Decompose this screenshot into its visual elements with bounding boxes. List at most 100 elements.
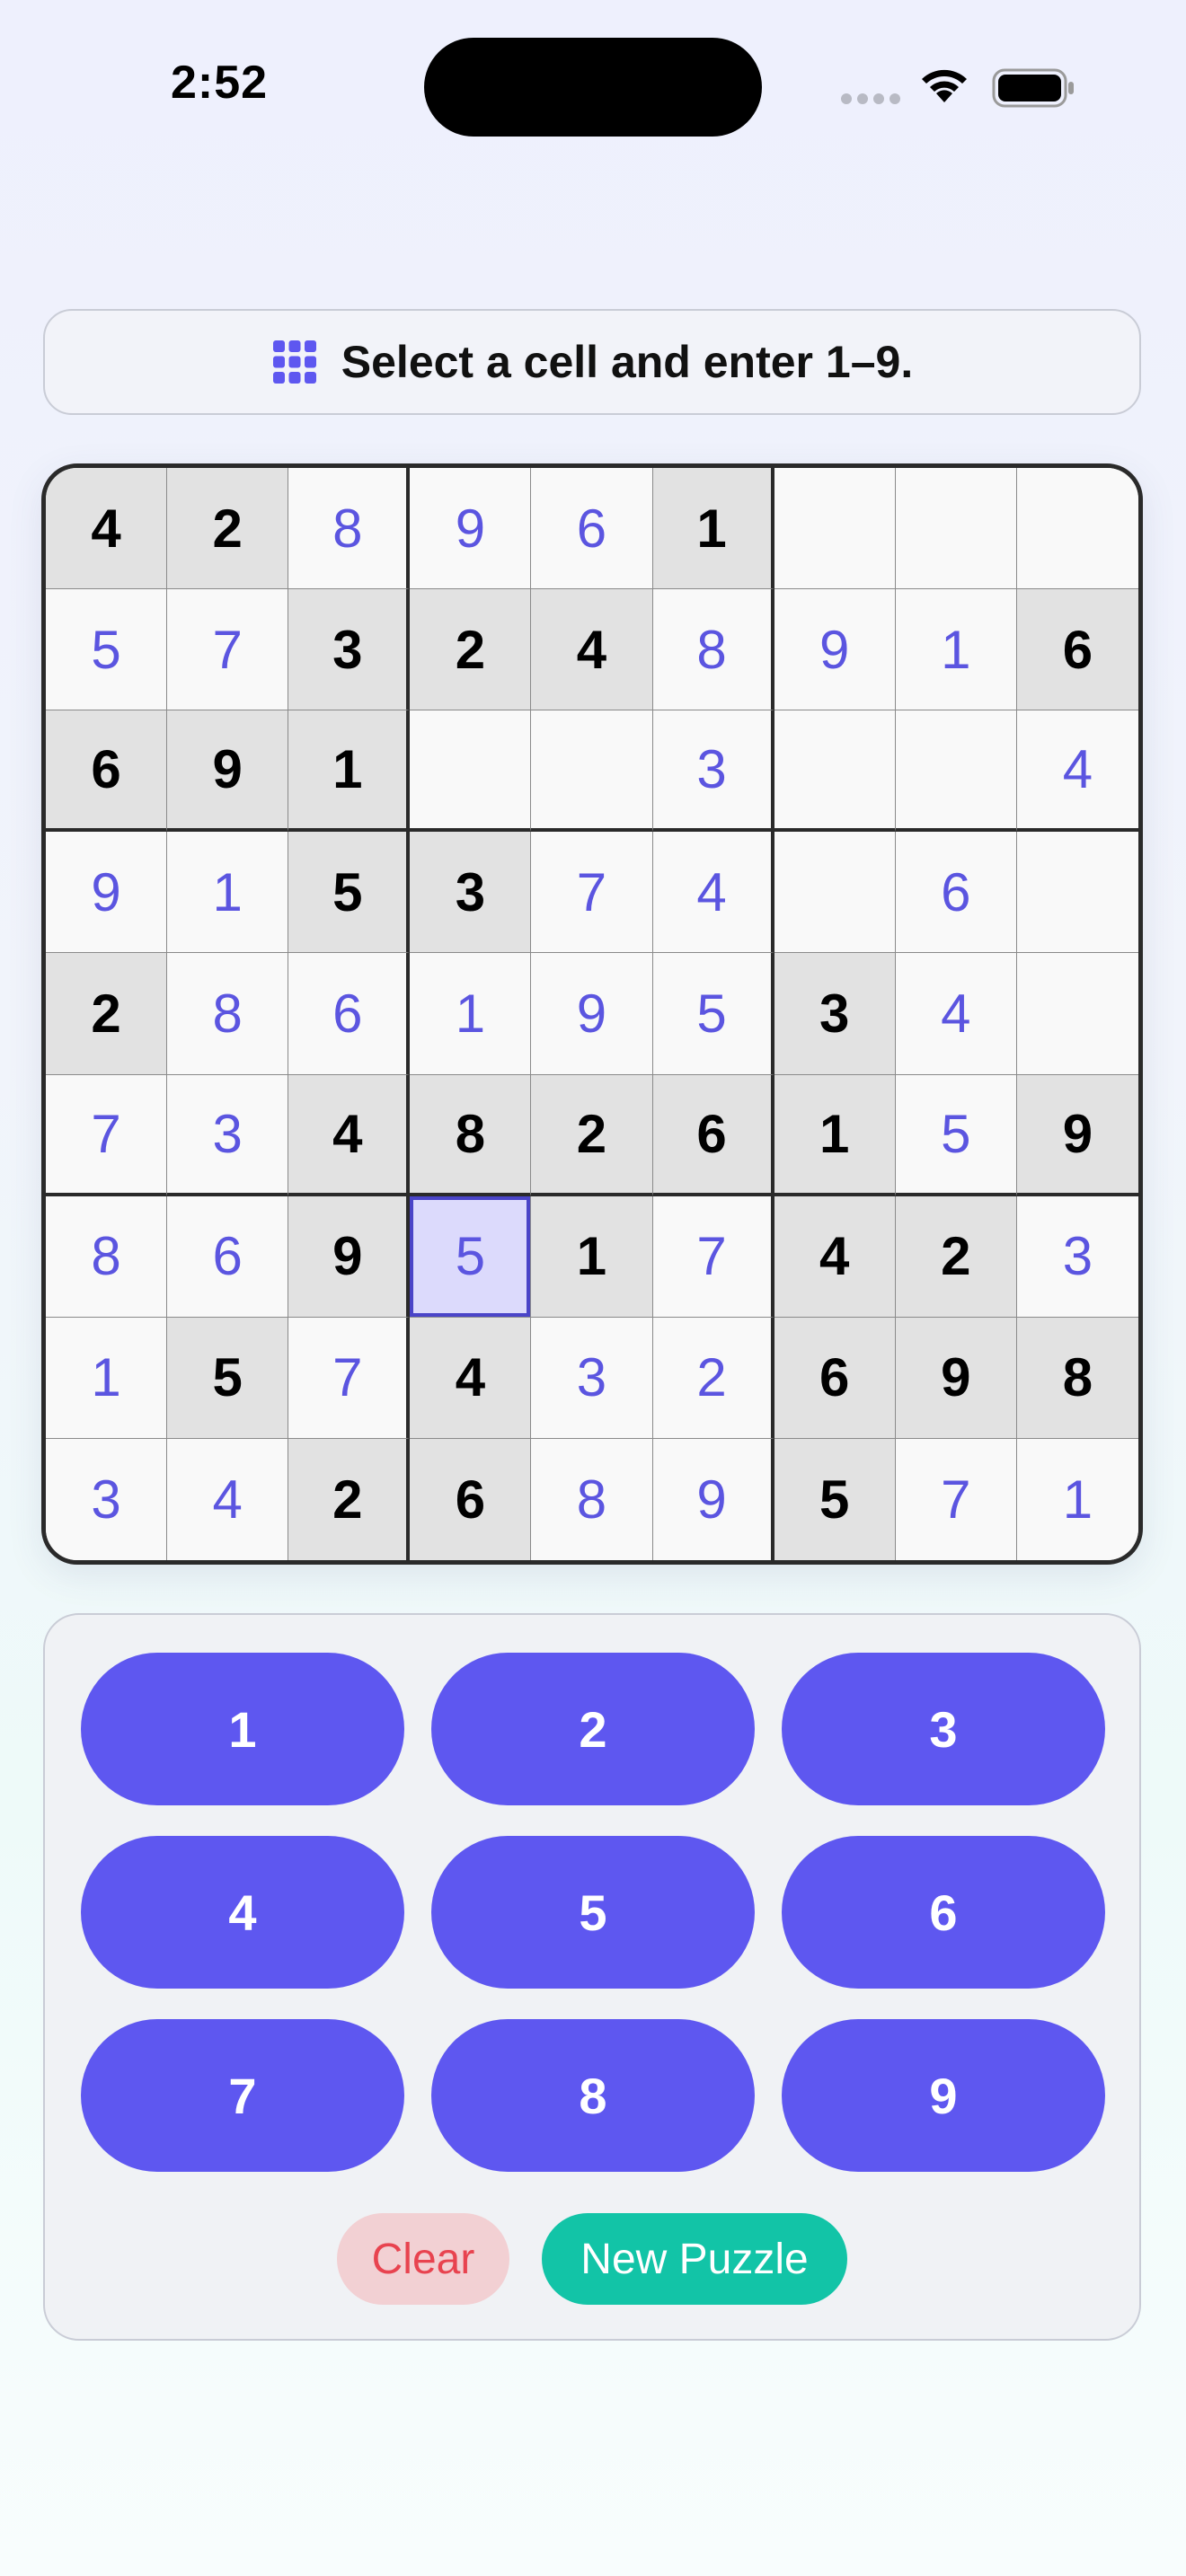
sudoku-cell[interactable]: 4	[1016, 710, 1138, 833]
sudoku-cell[interactable]: 1	[774, 1074, 896, 1196]
sudoku-cell[interactable]: 5	[167, 1317, 289, 1439]
sudoku-cell[interactable]: 6	[895, 832, 1017, 954]
sudoku-cell[interactable]: 8	[46, 1195, 168, 1318]
sudoku-cell[interactable]: 2	[288, 1438, 411, 1560]
sudoku-cell[interactable]: 6	[167, 1195, 289, 1318]
sudoku-cell[interactable]	[895, 468, 1017, 590]
sudoku-cell[interactable]: 2	[46, 953, 168, 1075]
sudoku-cell[interactable]: 3	[46, 1438, 168, 1560]
sudoku-cell[interactable]: 9	[167, 710, 289, 833]
key-8-button[interactable]: 8	[431, 2019, 755, 2172]
key-6-button[interactable]: 6	[782, 1836, 1105, 1989]
sudoku-cell[interactable]: 4	[531, 589, 653, 711]
sudoku-cell[interactable]: 5	[895, 1074, 1017, 1196]
sudoku-cell[interactable]: 3	[774, 953, 896, 1075]
action-row: Clear New Puzzle	[45, 2213, 1139, 2305]
sudoku-cell[interactable]: 7	[531, 832, 653, 954]
sudoku-cell[interactable]	[531, 710, 653, 833]
sudoku-cell[interactable]: 4	[895, 953, 1017, 1075]
sudoku-cell[interactable]: 5	[652, 953, 774, 1075]
sudoku-cell[interactable]: 8	[531, 1438, 653, 1560]
sudoku-cell[interactable]: 2	[410, 589, 532, 711]
sudoku-cell[interactable]: 4	[410, 1317, 532, 1439]
sudoku-cell[interactable]: 8	[1016, 1317, 1138, 1439]
sudoku-cell[interactable]: 7	[895, 1438, 1017, 1560]
sudoku-cell[interactable]: 1	[288, 710, 411, 833]
sudoku-cell[interactable]	[774, 832, 896, 954]
sudoku-cell[interactable]: 9	[774, 589, 896, 711]
dynamic-island	[424, 38, 762, 137]
battery-icon	[992, 68, 1074, 108]
key-5-button[interactable]: 5	[431, 1836, 755, 1989]
sudoku-cell[interactable]: 4	[288, 1074, 411, 1196]
sudoku-cell[interactable]: 1	[652, 468, 774, 590]
sudoku-cell[interactable]: 9	[895, 1317, 1017, 1439]
sudoku-cell[interactable]: 5	[288, 832, 411, 954]
sudoku-cell[interactable]: 7	[167, 589, 289, 711]
sudoku-cell[interactable]: 8	[410, 1074, 532, 1196]
sudoku-cell[interactable]: 2	[531, 1074, 653, 1196]
cellular-signal-icon	[841, 93, 900, 104]
sudoku-cell[interactable]: 9	[652, 1438, 774, 1560]
sudoku-cell[interactable]: 3	[288, 589, 411, 711]
key-2-button[interactable]: 2	[431, 1653, 755, 1805]
sudoku-cell[interactable]: 2	[652, 1317, 774, 1439]
sudoku-cell[interactable]: 7	[46, 1074, 168, 1196]
key-9-button[interactable]: 9	[782, 2019, 1105, 2172]
sudoku-cell[interactable]: 9	[531, 953, 653, 1075]
sudoku-cell[interactable]: 6	[410, 1438, 532, 1560]
sudoku-cell[interactable]: 3	[531, 1317, 653, 1439]
sudoku-cell[interactable]: 7	[288, 1317, 411, 1439]
sudoku-cell[interactable]	[774, 468, 896, 590]
clear-button[interactable]: Clear	[337, 2213, 509, 2305]
sudoku-cell[interactable]: 1	[410, 953, 532, 1075]
sudoku-cell[interactable]: 1	[1016, 1438, 1138, 1560]
sudoku-cell[interactable]: 4	[774, 1195, 896, 1318]
sudoku-cell[interactable]: 5	[774, 1438, 896, 1560]
sudoku-cell[interactable]: 6	[774, 1317, 896, 1439]
sudoku-cell[interactable]: 1	[531, 1195, 653, 1318]
sudoku-cell[interactable]	[1016, 468, 1138, 590]
sudoku-cell[interactable]: 4	[46, 468, 168, 590]
sudoku-cell[interactable]: 3	[167, 1074, 289, 1196]
sudoku-cell[interactable]: 8	[288, 468, 411, 590]
sudoku-cell[interactable]: 3	[1016, 1195, 1138, 1318]
sudoku-board: 4289615732489166913491537462861953473482…	[41, 463, 1143, 1565]
sudoku-cell[interactable]: 1	[895, 589, 1017, 711]
sudoku-cell[interactable]: 2	[167, 468, 289, 590]
sudoku-cell[interactable]: 6	[46, 710, 168, 833]
key-3-button[interactable]: 3	[782, 1653, 1105, 1805]
sudoku-cell[interactable]: 3	[410, 832, 532, 954]
sudoku-cell[interactable]: 6	[288, 953, 411, 1075]
message-banner: Select a cell and enter 1–9.	[43, 309, 1141, 415]
sudoku-cell[interactable]: 4	[652, 832, 774, 954]
key-4-button[interactable]: 4	[81, 1836, 404, 1989]
sudoku-cell[interactable]: 3	[652, 710, 774, 833]
new-puzzle-button[interactable]: New Puzzle	[542, 2213, 847, 2305]
sudoku-cell[interactable]: 9	[1016, 1074, 1138, 1196]
key-7-button[interactable]: 7	[81, 2019, 404, 2172]
sudoku-cell[interactable]: 7	[652, 1195, 774, 1318]
sudoku-cell[interactable]: 1	[46, 1317, 168, 1439]
sudoku-cell[interactable]	[774, 710, 896, 833]
sudoku-cell[interactable]	[1016, 953, 1138, 1075]
wifi-icon	[922, 69, 967, 102]
sudoku-cell[interactable]	[895, 710, 1017, 833]
sudoku-cell[interactable]: 4	[167, 1438, 289, 1560]
message-text: Select a cell and enter 1–9.	[341, 337, 914, 387]
sudoku-cell[interactable]: 8	[167, 953, 289, 1075]
sudoku-cell[interactable]: 9	[288, 1195, 411, 1318]
sudoku-cell[interactable]: 5	[46, 589, 168, 711]
sudoku-cell[interactable]: 5	[410, 1195, 532, 1318]
sudoku-cell[interactable]	[410, 710, 532, 833]
sudoku-cell[interactable]: 2	[895, 1195, 1017, 1318]
sudoku-cell[interactable]: 9	[410, 468, 532, 590]
sudoku-cell[interactable]: 6	[531, 468, 653, 590]
sudoku-cell[interactable]: 6	[1016, 589, 1138, 711]
key-1-button[interactable]: 1	[81, 1653, 404, 1805]
sudoku-cell[interactable]: 8	[652, 589, 774, 711]
sudoku-cell[interactable]: 9	[46, 832, 168, 954]
sudoku-cell[interactable]	[1016, 832, 1138, 954]
sudoku-cell[interactable]: 1	[167, 832, 289, 954]
sudoku-cell[interactable]: 6	[652, 1074, 774, 1196]
